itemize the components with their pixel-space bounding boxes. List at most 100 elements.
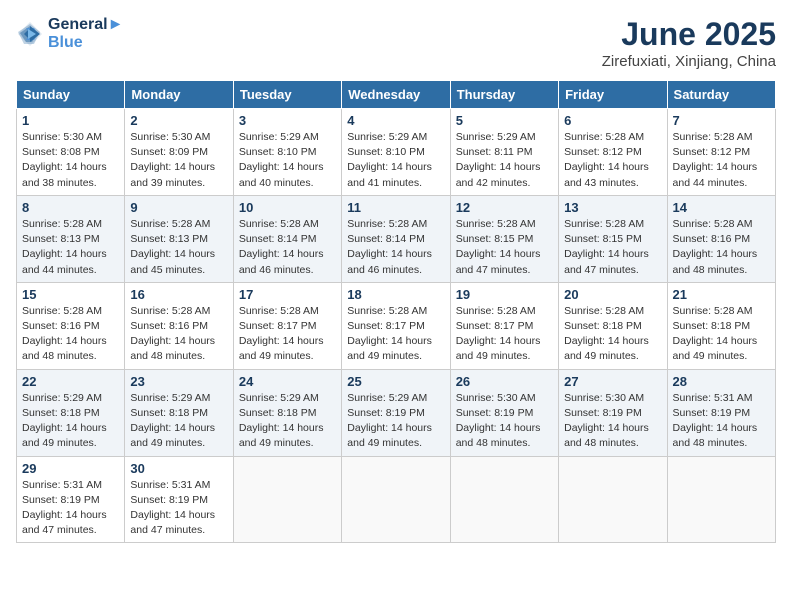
day-number: 18 <box>347 287 444 302</box>
calendar-cell-28: 28 Sunrise: 5:31 AMSunset: 8:19 PMDayligh… <box>667 369 775 456</box>
day-number: 12 <box>456 200 553 215</box>
calendar-cell-23: 23 Sunrise: 5:29 AMSunset: 8:18 PMDayligh… <box>125 369 233 456</box>
day-number: 6 <box>564 113 661 128</box>
calendar-cell-9: 9 Sunrise: 5:28 AMSunset: 8:13 PMDaylight… <box>125 195 233 282</box>
day-number: 13 <box>564 200 661 215</box>
day-info: Sunrise: 5:28 AMSunset: 8:15 PMDaylight:… <box>564 217 661 278</box>
day-info: Sunrise: 5:31 AMSunset: 8:19 PMDaylight:… <box>130 478 227 539</box>
day-info: Sunrise: 5:29 AMSunset: 8:18 PMDaylight:… <box>239 391 336 452</box>
calendar-cell-empty <box>450 456 558 543</box>
calendar-week-3: 15 Sunrise: 5:28 AMSunset: 8:16 PMDayligh… <box>17 282 776 369</box>
calendar-cell-8: 8 Sunrise: 5:28 AMSunset: 8:13 PMDaylight… <box>17 195 125 282</box>
day-info: Sunrise: 5:30 AMSunset: 8:19 PMDaylight:… <box>564 391 661 452</box>
calendar-cell-10: 10Sunrise: 5:28 AMSunset: 8:14 PMDayligh… <box>233 195 341 282</box>
logo: General► Blue <box>16 16 123 51</box>
day-info: Sunrise: 5:28 AMSunset: 8:13 PMDaylight:… <box>130 217 227 278</box>
day-number: 27 <box>564 374 661 389</box>
day-header-friday: Friday <box>559 81 667 109</box>
day-header-thursday: Thursday <box>450 81 558 109</box>
day-info: Sunrise: 5:29 AMSunset: 8:19 PMDaylight:… <box>347 391 444 452</box>
calendar-cell-27: 27 Sunrise: 5:30 AMSunset: 8:19 PMDayligh… <box>559 369 667 456</box>
day-number: 7 <box>673 113 770 128</box>
day-info: Sunrise: 5:29 AMSunset: 8:10 PMDaylight:… <box>347 130 444 191</box>
day-info: Sunrise: 5:28 AMSunset: 8:17 PMDaylight:… <box>347 304 444 365</box>
calendar-cell-empty <box>667 456 775 543</box>
day-number: 26 <box>456 374 553 389</box>
calendar-cell-empty <box>342 456 450 543</box>
calendar-week-4: 22 Sunrise: 5:29 AMSunset: 8:18 PMDayligh… <box>17 369 776 456</box>
calendar-cell-4: 4Sunrise: 5:29 AMSunset: 8:10 PMDaylight… <box>342 109 450 196</box>
calendar-cell-26: 26 Sunrise: 5:30 AMSunset: 8:19 PMDayligh… <box>450 369 558 456</box>
calendar-cell-16: 16 Sunrise: 5:28 AMSunset: 8:16 PMDayligh… <box>125 282 233 369</box>
calendar-week-5: 29 Sunrise: 5:31 AMSunset: 8:19 PMDayligh… <box>17 456 776 543</box>
calendar-cell-29: 29 Sunrise: 5:31 AMSunset: 8:19 PMDayligh… <box>17 456 125 543</box>
day-number: 22 <box>22 374 119 389</box>
calendar-table: SundayMondayTuesdayWednesdayThursdayFrid… <box>16 80 776 543</box>
day-number: 16 <box>130 287 227 302</box>
day-number: 3 <box>239 113 336 128</box>
day-info: Sunrise: 5:28 AMSunset: 8:16 PMDaylight:… <box>22 304 119 365</box>
day-number: 1 <box>22 113 119 128</box>
day-header-sunday: Sunday <box>17 81 125 109</box>
day-number: 2 <box>130 113 227 128</box>
day-header-tuesday: Tuesday <box>233 81 341 109</box>
day-info: Sunrise: 5:30 AMSunset: 8:08 PMDaylight:… <box>22 130 119 191</box>
logo-icon <box>16 20 44 48</box>
calendar-cell-6: 6 Sunrise: 5:28 AMSunset: 8:12 PMDaylight… <box>559 109 667 196</box>
calendar-cell-19: 19Sunrise: 5:28 AMSunset: 8:17 PMDayligh… <box>450 282 558 369</box>
month-title: June 2025 <box>602 16 776 53</box>
calendar-week-1: 1 Sunrise: 5:30 AMSunset: 8:08 PMDaylight… <box>17 109 776 196</box>
day-info: Sunrise: 5:31 AMSunset: 8:19 PMDaylight:… <box>22 478 119 539</box>
day-number: 23 <box>130 374 227 389</box>
day-number: 15 <box>22 287 119 302</box>
calendar-cell-2: 2 Sunrise: 5:30 AMSunset: 8:09 PMDaylight… <box>125 109 233 196</box>
calendar-cell-30: 30Sunrise: 5:31 AMSunset: 8:19 PMDayligh… <box>125 456 233 543</box>
calendar-cell-5: 5Sunrise: 5:29 AMSunset: 8:11 PMDaylight… <box>450 109 558 196</box>
day-info: Sunrise: 5:28 AMSunset: 8:18 PMDaylight:… <box>564 304 661 365</box>
calendar-cell-3: 3Sunrise: 5:29 AMSunset: 8:10 PMDaylight… <box>233 109 341 196</box>
page-header: General► Blue June 2025 Zirefuxiati, Xin… <box>16 16 776 70</box>
day-info: Sunrise: 5:29 AMSunset: 8:18 PMDaylight:… <box>22 391 119 452</box>
title-block: June 2025 Zirefuxiati, Xinjiang, China <box>602 16 776 70</box>
day-number: 29 <box>22 461 119 476</box>
location: Zirefuxiati, Xinjiang, China <box>602 53 776 70</box>
day-info: Sunrise: 5:28 AMSunset: 8:15 PMDaylight:… <box>456 217 553 278</box>
day-info: Sunrise: 5:28 AMSunset: 8:12 PMDaylight:… <box>564 130 661 191</box>
calendar-cell-25: 25 Sunrise: 5:29 AMSunset: 8:19 PMDayligh… <box>342 369 450 456</box>
day-number: 21 <box>673 287 770 302</box>
day-info: Sunrise: 5:30 AMSunset: 8:19 PMDaylight:… <box>456 391 553 452</box>
day-info: Sunrise: 5:28 AMSunset: 8:16 PMDaylight:… <box>130 304 227 365</box>
calendar-cell-24: 24 Sunrise: 5:29 AMSunset: 8:18 PMDayligh… <box>233 369 341 456</box>
day-info: Sunrise: 5:28 AMSunset: 8:18 PMDaylight:… <box>673 304 770 365</box>
day-info: Sunrise: 5:28 AMSunset: 8:14 PMDaylight:… <box>347 217 444 278</box>
calendar-cell-22: 22 Sunrise: 5:29 AMSunset: 8:18 PMDayligh… <box>17 369 125 456</box>
day-number: 20 <box>564 287 661 302</box>
day-number: 11 <box>347 200 444 215</box>
day-info: Sunrise: 5:28 AMSunset: 8:13 PMDaylight:… <box>22 217 119 278</box>
calendar-cell-17: 17 Sunrise: 5:28 AMSunset: 8:17 PMDayligh… <box>233 282 341 369</box>
day-number: 14 <box>673 200 770 215</box>
calendar-cell-13: 13 Sunrise: 5:28 AMSunset: 8:15 PMDayligh… <box>559 195 667 282</box>
calendar-week-2: 8 Sunrise: 5:28 AMSunset: 8:13 PMDaylight… <box>17 195 776 282</box>
calendar-header-row: SundayMondayTuesdayWednesdayThursdayFrid… <box>17 81 776 109</box>
calendar-cell-1: 1 Sunrise: 5:30 AMSunset: 8:08 PMDaylight… <box>17 109 125 196</box>
day-info: Sunrise: 5:28 AMSunset: 8:16 PMDaylight:… <box>673 217 770 278</box>
calendar-cell-21: 21 Sunrise: 5:28 AMSunset: 8:18 PMDayligh… <box>667 282 775 369</box>
day-info: Sunrise: 5:28 AMSunset: 8:17 PMDaylight:… <box>456 304 553 365</box>
day-number: 17 <box>239 287 336 302</box>
day-info: Sunrise: 5:29 AMSunset: 8:18 PMDaylight:… <box>130 391 227 452</box>
day-info: Sunrise: 5:30 AMSunset: 8:09 PMDaylight:… <box>130 130 227 191</box>
day-info: Sunrise: 5:31 AMSunset: 8:19 PMDaylight:… <box>673 391 770 452</box>
calendar-cell-7: 7Sunrise: 5:28 AMSunset: 8:12 PMDaylight… <box>667 109 775 196</box>
calendar-cell-12: 12 Sunrise: 5:28 AMSunset: 8:15 PMDayligh… <box>450 195 558 282</box>
day-number: 25 <box>347 374 444 389</box>
day-number: 8 <box>22 200 119 215</box>
day-info: Sunrise: 5:28 AMSunset: 8:14 PMDaylight:… <box>239 217 336 278</box>
day-number: 5 <box>456 113 553 128</box>
day-number: 24 <box>239 374 336 389</box>
calendar-cell-18: 18 Sunrise: 5:28 AMSunset: 8:17 PMDayligh… <box>342 282 450 369</box>
day-number: 28 <box>673 374 770 389</box>
day-info: Sunrise: 5:28 AMSunset: 8:17 PMDaylight:… <box>239 304 336 365</box>
day-header-saturday: Saturday <box>667 81 775 109</box>
day-number: 9 <box>130 200 227 215</box>
